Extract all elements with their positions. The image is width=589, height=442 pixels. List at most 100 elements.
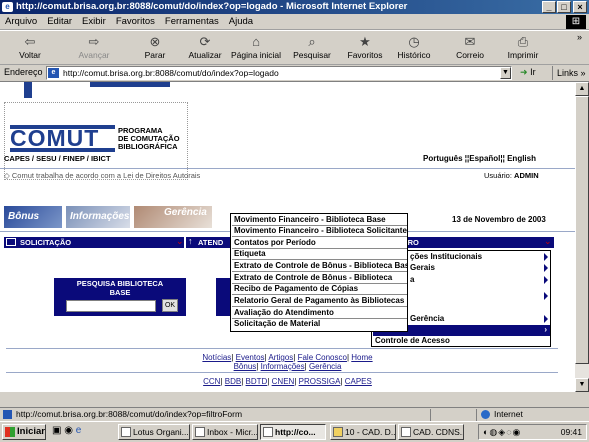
menu-bar: Arquivo Editar Exibir Favoritos Ferramentas A…: [0, 14, 589, 30]
print-button[interactable]: ⎙ Imprimir: [503, 33, 543, 63]
start-button[interactable]: Iniciar: [2, 424, 46, 440]
history-icon: ◷: [408, 34, 420, 49]
dropdown-item[interactable]: Extrato de Controle de Bônus - Bibliotec…: [232, 273, 407, 284]
footer-link-cnen[interactable]: CNEN: [272, 377, 295, 386]
dropdown-item[interactable]: Extrato de Controle de Bônus - Bibliotec…: [232, 261, 407, 272]
dropdown-item[interactable]: Recibo de Pagamento de Cópias: [232, 284, 407, 295]
tab-bonus[interactable]: Bônus: [4, 206, 62, 228]
address-input[interactable]: http://comut.brisa.org.br:8088/comut/do/…: [46, 66, 512, 80]
lang-english[interactable]: English: [507, 154, 536, 163]
footer-link-bdb[interactable]: BDB: [225, 377, 241, 386]
tab-gerencia[interactable]: Gerência: [134, 206, 212, 228]
favorites-button[interactable]: ★ Favoritos: [343, 33, 387, 63]
ie-icon: [263, 427, 273, 437]
scroll-down-icon[interactable]: ▼: [575, 378, 589, 392]
current-date: 13 de Novembro de 2003: [452, 215, 546, 224]
menu-editar[interactable]: Editar: [42, 14, 77, 30]
search-input[interactable]: [66, 300, 156, 312]
globe-icon: [481, 410, 490, 419]
outlook-icon[interactable]: ◉: [64, 425, 73, 436]
scroll-thumb[interactable]: [575, 96, 589, 364]
status-url: http://comut.brisa.org.br:8088/comut/do/…: [16, 409, 243, 419]
menu-ferramentas[interactable]: Ferramentas: [160, 14, 224, 30]
home-button[interactable]: ⌂ Página inicial: [229, 33, 283, 63]
nav-registro[interactable]: STRO: [392, 237, 554, 248]
lang-portugues[interactable]: Português: [423, 154, 463, 163]
footer-link-bonus[interactable]: Bônus: [234, 362, 257, 371]
registro-menu-item-controle-acesso[interactable]: Controle de Acesso: [373, 336, 550, 347]
taskbar-item[interactable]: Inbox - Micr...: [192, 424, 258, 440]
footer-link-eventos[interactable]: Eventos: [236, 353, 265, 362]
tab-informacoes[interactable]: Informações: [66, 206, 130, 228]
footer-links-sub: Bônus| Informações| Gerência: [233, 362, 342, 371]
nav-atendimento[interactable]: ATEND: [186, 237, 232, 248]
zone-label: Internet: [494, 409, 523, 419]
partners-line: CAPES / SESU / FINEP / IBICT: [4, 154, 111, 163]
footer-link-home[interactable]: Home: [351, 353, 372, 362]
window-title: http://comut.brisa.org.br:8088/comut/do/…: [0, 0, 589, 14]
program-name: PROGRAMA DE COMUTAÇÃO BIBLIOGRÁFICA: [118, 126, 180, 151]
dropdown-item[interactable]: Etiqueta: [232, 249, 407, 260]
footer-link-bdtd[interactable]: BDTD: [246, 377, 268, 386]
stop-icon: ⊗: [149, 34, 161, 49]
address-dropdown-icon[interactable]: ▼: [500, 67, 511, 79]
taskbar-item-active[interactable]: http://co...: [260, 424, 326, 440]
page-icon: [3, 410, 12, 419]
mail-button[interactable]: ✉ Correio: [450, 33, 490, 63]
folder-icon: [333, 427, 343, 437]
menu-exibir[interactable]: Exibir: [77, 14, 111, 30]
dropdown-item[interactable]: Solicitação de Material: [232, 319, 407, 330]
inbox-icon: [195, 427, 205, 437]
footer-link-gerencia[interactable]: Gerência: [309, 362, 341, 371]
go-button[interactable]: ➜ Ir: [520, 67, 536, 78]
windows-logo-icon: ⊞: [566, 15, 586, 29]
desktop-icon[interactable]: ▣: [52, 425, 61, 436]
scroll-up-icon[interactable]: ▲: [575, 82, 589, 96]
dropdown-item[interactable]: Relatorio Geral de Pagamento às Bibliote…: [232, 296, 407, 307]
chevron-down-icon: ⌄: [176, 236, 184, 246]
toolbar-overflow-icon[interactable]: »: [577, 32, 582, 42]
close-button[interactable]: ×: [573, 1, 587, 13]
forward-icon: ⇨: [88, 34, 100, 49]
taskbar-item[interactable]: 10 - CAD. D...: [330, 424, 396, 440]
footer-link-capes[interactable]: CAPES: [345, 377, 372, 386]
page-icon: e: [48, 68, 59, 78]
footer-link-prossiga[interactable]: PROSSIGA: [299, 377, 341, 386]
dropdown-item[interactable]: Movimento Financeiro - Biblioteca Solici…: [232, 226, 407, 237]
history-button[interactable]: ◷ Histórico: [392, 33, 436, 63]
dropdown-item[interactable]: Contatos por Período: [232, 238, 407, 249]
search-button[interactable]: ⌕ Pesquisar: [290, 33, 334, 63]
submenu-arrow-icon: [544, 253, 548, 261]
taskbar-item[interactable]: Lotus Organi...: [118, 424, 190, 440]
dropdown-item[interactable]: Avaliação do Atendimento: [232, 308, 407, 319]
dropdown-item[interactable]: Movimento Financeiro - Biblioteca Base: [232, 215, 407, 226]
stop-button[interactable]: ⊗ Parar: [135, 33, 175, 63]
links-button[interactable]: Links »: [552, 66, 589, 80]
diamond-icon: ◇: [4, 171, 10, 180]
tray-icons[interactable]: ◐◍◈◌◉: [483, 425, 521, 439]
menu-arquivo[interactable]: Arquivo: [0, 14, 42, 30]
footer-link-ccn[interactable]: CCN: [203, 377, 220, 386]
footer-link-noticias[interactable]: Notícias: [202, 353, 231, 362]
maximize-button[interactable]: □: [557, 1, 571, 13]
footer-link-artigos[interactable]: Artigos: [268, 353, 293, 362]
menu-favoritos[interactable]: Favoritos: [111, 14, 160, 30]
nav-solicitacao[interactable]: SOLICITAÇÃO: [4, 237, 184, 248]
footer-link-informacoes[interactable]: Informações: [261, 362, 305, 371]
minimize-button[interactable]: _: [542, 1, 556, 13]
go-arrow-icon: ➜: [520, 67, 528, 77]
ok-button[interactable]: OK: [162, 299, 178, 312]
menu-ajuda[interactable]: Ajuda: [224, 14, 258, 30]
footer-link-fale-conosco[interactable]: Fale Conosco: [298, 353, 347, 362]
print-icon: ⎙: [517, 34, 529, 49]
ie-icon[interactable]: e: [76, 425, 82, 436]
lang-espanol[interactable]: Español: [469, 154, 500, 163]
back-button[interactable]: ⇦ Voltar: [10, 33, 50, 63]
taskbar-item[interactable]: CAD. CDNS...: [398, 424, 464, 440]
divider: [0, 168, 575, 169]
forward-button[interactable]: ⇨ Avançar: [74, 33, 114, 63]
divider: [6, 372, 558, 373]
footer-links-main: Notícias| Eventos| Artigos| Fale Conosco…: [202, 353, 373, 362]
user-info: Usuário: ADMIN: [484, 171, 539, 180]
refresh-button[interactable]: ⟳ Atualizar: [184, 33, 226, 63]
